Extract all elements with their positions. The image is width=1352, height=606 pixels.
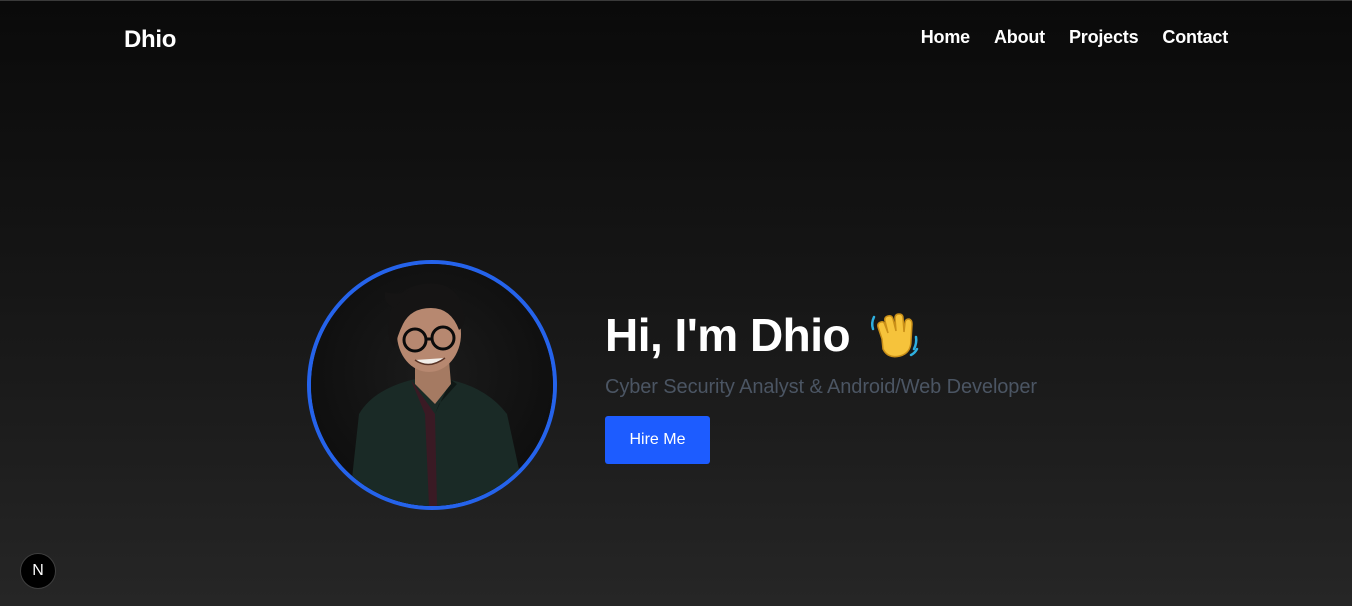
nav-contact-link[interactable]: Contact — [1162, 27, 1228, 48]
hire-me-button[interactable]: Hire Me — [605, 416, 710, 464]
hero-text: Hi, I'm Dhio Cyber Security Analyst & An… — [605, 306, 1037, 464]
hero-subtitle: Cyber Security Analyst & Android/Web Dev… — [605, 376, 1037, 398]
top-nav: Dhio Home About Projects Contact — [0, 1, 1352, 79]
nextjs-dev-badge[interactable]: N — [20, 553, 56, 589]
hero-greeting: Hi, I'm Dhio — [605, 309, 851, 361]
profile-photo — [311, 264, 553, 506]
hero-section: Hi, I'm Dhio Cyber Security Analyst & An… — [307, 260, 1067, 512]
profile-avatar — [307, 260, 557, 510]
nav-home-link[interactable]: Home — [921, 27, 970, 48]
nav-projects-link[interactable]: Projects — [1069, 27, 1139, 48]
brand-logo[interactable]: Dhio — [124, 26, 176, 54]
nav-about-link[interactable]: About — [994, 27, 1045, 48]
nextjs-n-icon: N — [32, 562, 44, 579]
waving-hand-icon — [868, 309, 920, 361]
hero-heading: Hi, I'm Dhio — [605, 306, 1037, 364]
nav-links: Home About Projects Contact — [921, 27, 1228, 48]
